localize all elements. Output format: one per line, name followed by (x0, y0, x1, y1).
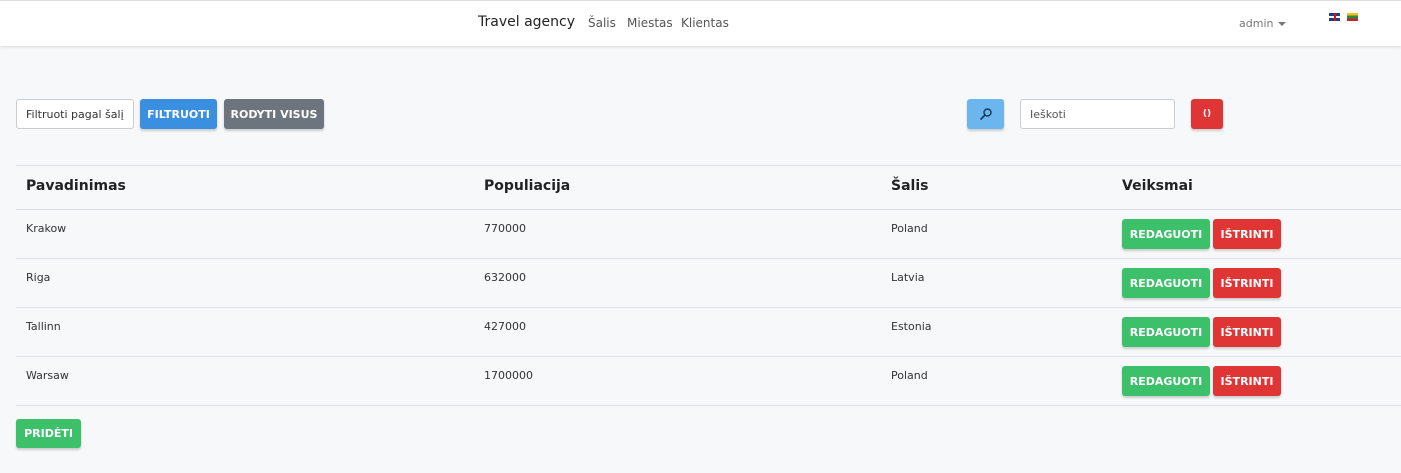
user-name: admin (1239, 17, 1274, 30)
cities-table: Pavadinimas Populiacija Šalis Veiksmai K… (16, 165, 1401, 406)
search-icon (979, 108, 992, 120)
reset-search-button[interactable]: () (1191, 99, 1223, 129)
cell-population: 1700000 (484, 369, 533, 382)
column-header-actions: Veiksmai (1122, 178, 1193, 194)
cell-country: Poland (891, 222, 928, 235)
edit-button[interactable]: Redaguoti (1122, 268, 1210, 298)
nav-link-salis[interactable]: Šalis (588, 16, 616, 30)
table-header: Pavadinimas Populiacija Šalis Veiksmai (16, 165, 1401, 210)
cell-population: 632000 (484, 271, 526, 284)
user-dropdown[interactable]: admin (1239, 17, 1287, 30)
cell-country: Poland (891, 369, 928, 382)
filter-button[interactable]: Filtruoti (140, 99, 217, 129)
table-row: Riga 632000 Latvia Redaguoti Ištrinti (16, 259, 1401, 308)
column-header-country: Šalis (891, 178, 929, 194)
row-actions: Redaguoti Ištrinti (1122, 317, 1282, 347)
cell-population: 427000 (484, 320, 526, 333)
search-button[interactable] (967, 99, 1004, 129)
search-input[interactable] (1020, 99, 1175, 129)
nav-link-klientas[interactable]: Klientas (681, 16, 729, 30)
cell-name: Krakow (26, 222, 67, 235)
brand-title[interactable]: Travel agency (478, 14, 575, 30)
filter-country-input[interactable] (16, 99, 134, 129)
gb-flag-icon[interactable] (1329, 13, 1340, 21)
show-all-button[interactable]: Rodyti visus (224, 99, 324, 129)
row-actions: Redaguoti Ištrinti (1122, 219, 1282, 249)
delete-button[interactable]: Ištrinti (1213, 268, 1281, 298)
row-actions: Redaguoti Ištrinti (1122, 268, 1282, 298)
delete-button[interactable]: Ištrinti (1213, 366, 1281, 396)
edit-button[interactable]: Redaguoti (1122, 366, 1210, 396)
cell-country: Estonia (891, 320, 932, 333)
cell-name: Riga (26, 271, 51, 284)
edit-button[interactable]: Redaguoti (1122, 317, 1210, 347)
table-row: Warsaw 1700000 Poland Redaguoti Ištrinti (16, 357, 1401, 406)
table-row: Krakow 770000 Poland Redaguoti Ištrinti (16, 210, 1401, 259)
delete-button[interactable]: Ištrinti (1213, 219, 1281, 249)
cell-name: Warsaw (26, 369, 69, 382)
cell-name: Tallinn (26, 320, 61, 333)
cell-population: 770000 (484, 222, 526, 235)
edit-button[interactable]: Redaguoti (1122, 219, 1210, 249)
column-header-name: Pavadinimas (26, 178, 126, 194)
row-actions: Redaguoti Ištrinti (1122, 366, 1282, 396)
delete-button[interactable]: Ištrinti (1213, 317, 1281, 347)
nav-link-miestas[interactable]: Miestas (627, 16, 673, 30)
add-city-button[interactable]: Pridėti (16, 419, 81, 448)
top-navbar: Travel agency Šalis Miestas Klientas adm… (0, 0, 1401, 46)
cell-country: Latvia (891, 271, 925, 284)
column-header-population: Populiacija (484, 178, 571, 194)
lt-flag-icon[interactable] (1347, 13, 1358, 21)
table-row: Tallinn 427000 Estonia Redaguoti Ištrint… (16, 308, 1401, 357)
chevron-down-icon (1278, 21, 1287, 26)
